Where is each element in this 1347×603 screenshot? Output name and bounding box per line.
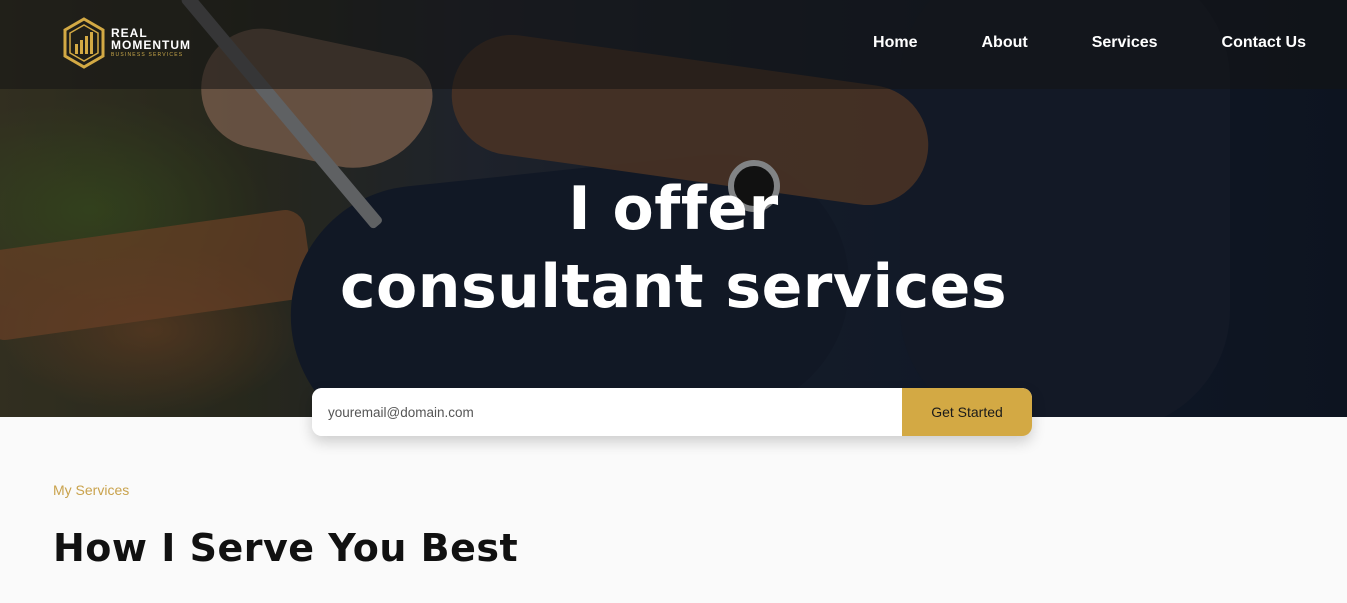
hero-title: I offer consultant services [0, 170, 1347, 326]
brand-tagline: BUSINESS SERVICES [111, 52, 184, 58]
nav-home[interactable]: Home [873, 34, 917, 52]
top-navbar: REAL MOMENTUM BUSINESS SERVICES Home Abo… [0, 0, 1347, 89]
get-started-button[interactable]: Get Started [902, 388, 1032, 436]
logo-hex-icon [63, 17, 105, 69]
brand-logo[interactable]: REAL MOMENTUM BUSINESS SERVICES [62, 17, 191, 69]
nav-services[interactable]: Services [1092, 34, 1158, 52]
hero-title-line2: consultant services [339, 252, 1008, 322]
services-heading: How I Serve You Best [53, 526, 519, 570]
email-signup-form: Get Started [312, 388, 1032, 436]
brand-name-line2: MOMENTUM [111, 38, 191, 52]
nav-contact-us[interactable]: Contact Us [1222, 34, 1306, 52]
services-eyebrow: My Services [53, 482, 130, 498]
email-input[interactable] [312, 388, 902, 436]
main-nav: Home About Services Contact Us [809, 34, 1306, 52]
nav-about[interactable]: About [982, 34, 1028, 52]
hero-title-line1: I offer [568, 174, 779, 244]
